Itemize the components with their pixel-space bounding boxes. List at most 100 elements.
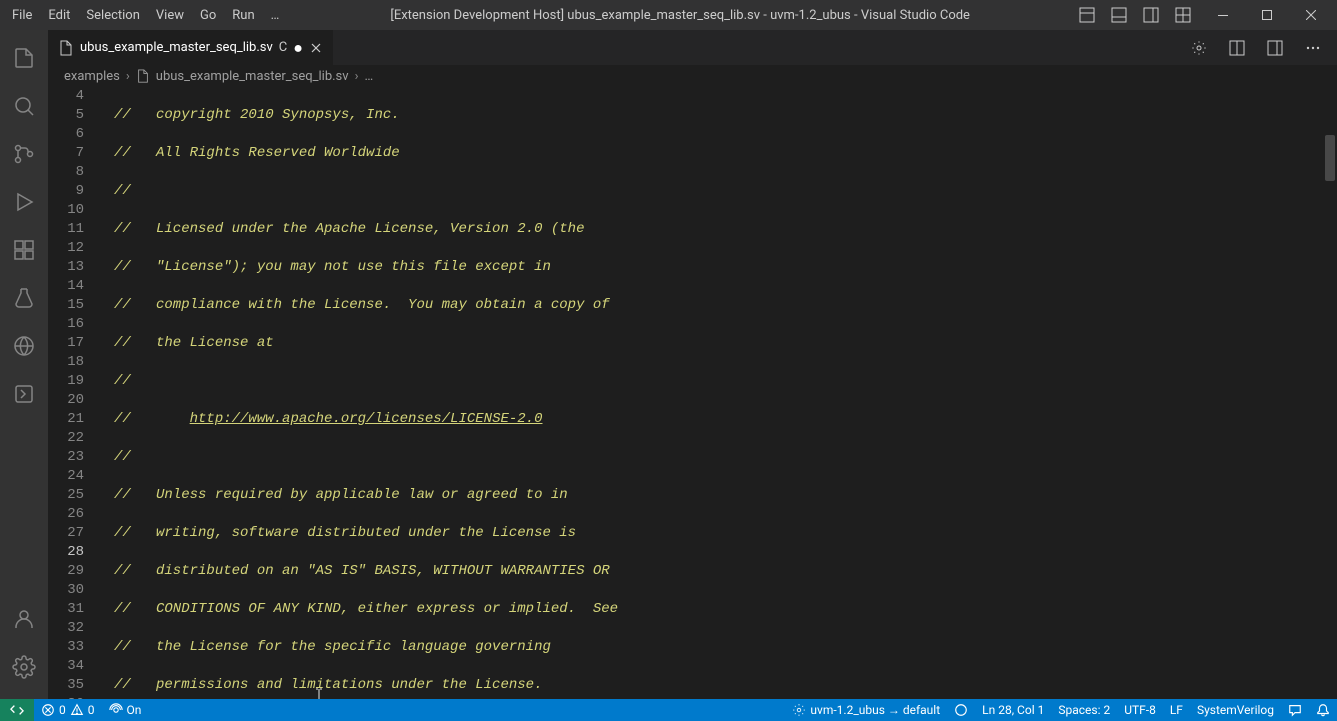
editor-area: ubus_example_master_seq_lib.sv C ● examp… [48,30,1337,699]
layout-panel-top-icon[interactable] [1073,1,1101,29]
code-line: // [114,373,131,389]
menubar: File Edit Selection View Go Run … [Exten… [0,0,1337,30]
explorer-icon[interactable] [0,34,48,82]
settings-gear-icon[interactable] [0,643,48,691]
remote-explorer-icon[interactable] [0,322,48,370]
line-number: 25 [48,486,84,505]
menu-run[interactable]: Run [224,0,262,30]
line-number: 21 [48,410,84,429]
tab-lang-badge: C [279,40,287,55]
sync-status[interactable] [947,703,975,717]
menu-selection[interactable]: Selection [78,0,147,30]
search-icon[interactable] [0,82,48,130]
wsl-status[interactable]: uvm-1.2_ubus → default [785,703,947,717]
remote-indicator[interactable] [0,699,34,721]
split-editor-icon[interactable] [1223,34,1251,62]
accounts-icon[interactable] [0,595,48,643]
code-line: // All Rights Reserved Worldwide [114,145,400,161]
line-number-current: 28 [48,543,84,562]
more-actions-icon[interactable] [1299,34,1327,62]
source-control-icon[interactable] [0,130,48,178]
code-line: // the License at [114,335,274,351]
code-line: // [114,411,190,427]
editor-settings-icon[interactable] [1185,34,1213,62]
line-number: 12 [48,239,84,258]
indentation-status[interactable]: Spaces: 2 [1051,703,1117,717]
window-close-button[interactable] [1289,0,1333,30]
problems-status[interactable]: 0 0 [34,699,102,721]
eol-status[interactable]: LF [1163,703,1190,717]
line-number: 26 [48,505,84,524]
menu-edit[interactable]: Edit [40,0,78,30]
line-number-gutter: 4 5 6 7 8 9 10 11 12 13 14 15 16 17 18 1… [48,87,100,699]
line-number: 6 [48,125,84,144]
language-mode[interactable]: SystemVerilog [1190,703,1281,717]
line-number: 16 [48,315,84,334]
line-number: 22 [48,429,84,448]
layout-sidebar-right-icon[interactable] [1137,1,1165,29]
line-number: 29 [48,562,84,581]
line-number: 17 [48,334,84,353]
notifications-icon[interactable] [1309,703,1337,717]
license-link[interactable]: http://www.apache.org/licenses/LICENSE-2… [190,411,543,427]
code-line: // [114,183,131,199]
layout-grid-icon[interactable] [1169,1,1197,29]
line-number: 15 [48,296,84,315]
line-number: 10 [48,201,84,220]
line-number: 13 [48,258,84,277]
layout-panel-bottom-icon[interactable] [1105,1,1133,29]
menu-more[interactable]: … [263,0,288,30]
feedback-icon[interactable] [1281,703,1309,717]
code-line: // "License"); you may not use this file… [114,259,551,275]
line-number: 19 [48,372,84,391]
line-number: 14 [48,277,84,296]
editor-body[interactable]: 4 5 6 7 8 9 10 11 12 13 14 15 16 17 18 1… [48,87,1337,699]
breadcrumb-folder[interactable]: examples [64,69,120,84]
line-number: 11 [48,220,84,239]
activity-bar [0,30,48,699]
menu-go[interactable]: Go [192,0,224,30]
line-number: 24 [48,467,84,486]
port-forward-status[interactable]: On [102,699,149,721]
bookmarks-icon[interactable] [0,370,48,418]
chevron-right-icon: › [355,69,359,84]
tab-close-button[interactable] [309,41,323,55]
scrollbar-thumb[interactable] [1325,135,1335,181]
line-number: 36 [48,695,84,699]
cursor-position[interactable]: Ln 28, Col 1 [975,703,1051,717]
encoding-status[interactable]: UTF-8 [1117,703,1163,717]
line-number: 32 [48,619,84,638]
extensions-icon[interactable] [0,226,48,274]
line-number: 23 [48,448,84,467]
wsl-label: uvm-1.2_ubus → default [810,703,940,717]
code-line: // CONDITIONS OF ANY KIND, either expres… [114,601,618,617]
menu-file[interactable]: File [4,0,40,30]
code-line: // Unless required by applicable law or … [114,487,568,503]
line-number: 8 [48,163,84,182]
window-maximize-button[interactable] [1245,0,1289,30]
window-minimize-button[interactable] [1201,0,1245,30]
statusbar: 0 0 On uvm-1.2_ubus → default Ln 28, Col… [0,699,1337,721]
breadcrumb-symbol[interactable]: … [364,69,373,84]
line-number: 34 [48,657,84,676]
testing-icon[interactable] [0,274,48,322]
tab-ubus-example[interactable]: ubus_example_master_seq_lib.sv C ● [48,30,334,65]
run-debug-icon[interactable] [0,178,48,226]
fold-gutter[interactable] [100,87,114,699]
file-icon [136,69,150,83]
line-number: 18 [48,353,84,372]
line-number: 35 [48,676,84,695]
code-line: // distributed on an "AS IS" BASIS, WITH… [114,563,610,579]
vertical-scrollbar[interactable] [1323,87,1337,699]
breadcrumbs[interactable]: examples › ubus_example_master_seq_lib.s… [48,65,1337,87]
split-editor-right-icon[interactable] [1261,34,1289,62]
text-cursor-icon [314,649,315,667]
tabs-row: ubus_example_master_seq_lib.sv C ● [48,30,1337,65]
tab-filename: ubus_example_master_seq_lib.sv [80,40,273,55]
error-count: 0 [59,703,66,717]
line-number: 7 [48,144,84,163]
menu-view[interactable]: View [148,0,192,30]
code-content[interactable]: // copyright 2010 Synopsys, Inc. // All … [114,87,1337,699]
line-number: 27 [48,524,84,543]
breadcrumb-file[interactable]: ubus_example_master_seq_lib.sv [156,69,349,84]
